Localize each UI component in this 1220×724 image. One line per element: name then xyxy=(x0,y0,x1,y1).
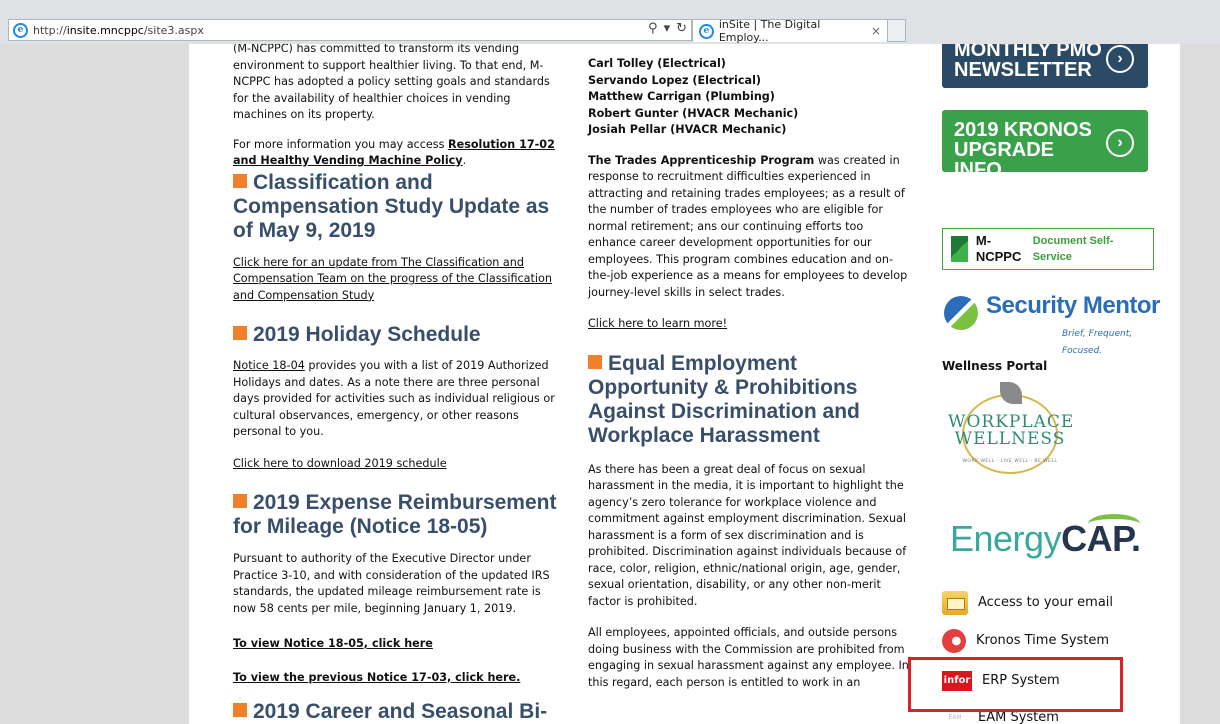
expense-heading: 2019 Expense Reimbursement for Mileage (… xyxy=(233,491,559,539)
refresh-icon[interactable]: ↻ xyxy=(676,21,687,36)
mncppc-sub: Document Self-Service xyxy=(1032,234,1114,264)
holiday-heading-text: 2019 Holiday Schedule xyxy=(253,323,481,346)
more-info-paragraph: For more information you may access Reso… xyxy=(233,137,559,170)
tab-title: inSite | The Digital Employ... xyxy=(718,18,821,44)
tab-favicon-icon: e xyxy=(699,23,714,39)
arrow-right-icon: › xyxy=(1106,129,1134,157)
page-viewport: (M-NCPPC) has committed to transform its… xyxy=(0,44,1220,724)
email-link-label: Access to your email xyxy=(978,594,1114,610)
expense-heading-text: 2019 Expense Reimbursement for Mileage (… xyxy=(233,491,557,538)
eeo-heading: Equal Employment Opportunity & Prohibiti… xyxy=(588,352,914,448)
notice-17-03-link[interactable]: To view the previous Notice 17-03, click… xyxy=(233,671,520,684)
email-link[interactable]: Access to your email xyxy=(942,590,1113,616)
kronos-link-label: Kronos Time System xyxy=(976,632,1110,648)
career-heading: 2019 Career and Seasonal Bi- xyxy=(233,700,559,724)
holiday-paragraph: Notice 18-04 provides you with a list of… xyxy=(233,358,559,441)
security-mentor-name: Security Mentor xyxy=(986,292,1160,319)
apprentice-name: Robert Gunter (HVACR Mechanic) xyxy=(588,106,799,120)
address-tools: ⚲ ▾ ↻ xyxy=(648,21,687,36)
bullet-square-icon xyxy=(233,703,247,717)
energycap-logo[interactable]: EnergyCAP. xyxy=(950,518,1141,559)
tab-close-icon[interactable]: × xyxy=(871,24,881,38)
page-gutter xyxy=(1180,44,1220,724)
security-mentor-logo-icon xyxy=(944,296,978,330)
eam-link-label: EAM System xyxy=(978,709,1059,724)
apprentice-name: Josiah Pellar (HVACR Mechanic) xyxy=(588,123,787,136)
apprentice-name: Servando Lopez (Electrical) xyxy=(588,73,762,87)
bullet-square-icon xyxy=(233,494,247,508)
search-icon[interactable]: ⚲ xyxy=(648,21,658,36)
vending-text: (M-NCPPC) has committed to transform its… xyxy=(233,44,550,121)
apprentice-name: Matthew Carrigan (Plumbing) xyxy=(588,90,775,103)
infor-icon: infor xyxy=(942,671,972,691)
right-column: MONTHLY PMO NEWSLETTER › 2019 KRONOS UPG… xyxy=(942,44,1182,724)
ie-browser-icon: e xyxy=(13,22,28,38)
kronos-promo-label: 2019 KRONOS UPGRADE INFO xyxy=(954,119,1092,181)
browser-tab[interactable]: e inSite | The Digital Employ... × xyxy=(692,18,888,44)
bullet-square-icon xyxy=(233,173,247,188)
classification-heading: Classification and Compensation Study Up… xyxy=(233,171,559,243)
eam-system-link[interactable]: EAM EAM System xyxy=(942,705,1059,724)
trades-paragraph: The Trades Apprenticeship Program was cr… xyxy=(588,153,914,302)
new-tab-button[interactable] xyxy=(888,19,906,42)
address-bar[interactable]: e http://insite.mncppc/site3.aspx ⚲ ▾ ↻ xyxy=(8,19,692,41)
more-info-suffix: . xyxy=(462,154,467,167)
classification-link[interactable]: Click here for an update from The Classi… xyxy=(233,256,552,302)
holiday-heading: 2019 Holiday Schedule xyxy=(233,323,559,347)
document-self-service-banner[interactable]: M-NCPPC Document Self-Service xyxy=(942,228,1154,270)
mail-icon xyxy=(942,591,968,615)
mncppc-logo-icon xyxy=(951,236,968,262)
energycap-en: Energy xyxy=(950,518,1062,559)
newsletter-label: MONTHLY PMO NEWSLETTER xyxy=(954,44,1102,81)
holiday-download-link[interactable]: Click here to download 2019 schedule xyxy=(233,457,447,470)
wellness-logo-line2: WELLNESS xyxy=(954,429,1066,449)
classification-heading-text: Classification and Compensation Study Up… xyxy=(233,170,550,242)
career-heading-text: 2019 Career and Seasonal Bi- xyxy=(253,700,548,723)
apprentice-name: Carl Tolley (Electrical) xyxy=(588,57,726,70)
bullet-square-icon xyxy=(233,326,247,340)
middle-column: Carl Tolley (Electrical) Servando Lopez … xyxy=(588,44,914,691)
wellness-portal-title: Wellness Portal xyxy=(942,359,1048,373)
eeo-text-2: All employees, appointed officials, and … xyxy=(588,626,909,689)
energycap-dot: . xyxy=(1130,518,1141,559)
trades-program-title: The Trades Apprenticeship Program xyxy=(588,153,815,167)
security-mentor-tagline: Brief, Frequent, Focused. xyxy=(1062,329,1133,356)
url-prefix: http:// xyxy=(33,23,67,37)
kronos-icon xyxy=(942,629,966,653)
more-info-prefix: For more information you may access xyxy=(233,137,448,151)
security-mentor-banner[interactable]: Security Mentor Brief, Frequent, Focused… xyxy=(942,292,1172,356)
eeo-heading-text: Equal Employment Opportunity & Prohibiti… xyxy=(588,351,860,447)
apprentice-names: Carl Tolley (Electrical) Servando Lopez … xyxy=(588,56,914,139)
browser-chrome: e http://insite.mncppc/site3.aspx ⚲ ▾ ↻ … xyxy=(0,0,1220,44)
arrow-right-icon: › xyxy=(1106,45,1134,73)
eam-icon: EAM xyxy=(948,714,962,721)
content-sheet: (M-NCPPC) has committed to transform its… xyxy=(189,44,1202,724)
notice-18-05-link[interactable]: To view Notice 18-05, click here xyxy=(233,637,433,650)
trades-text: was created in response to recruitment d… xyxy=(588,153,908,299)
erp-link-label: ERP System xyxy=(982,672,1060,688)
dropdown-icon[interactable]: ▾ xyxy=(664,21,671,36)
expense-text: Pursuant to authority of the Executive D… xyxy=(233,552,550,615)
mncppc-name: M-NCPPC xyxy=(975,232,1022,265)
kronos-time-link[interactable]: Kronos Time System xyxy=(942,628,1109,654)
wellness-logo-text: WORKPLACE WELLNESS xyxy=(948,414,1073,449)
wellness-logo-tagline: WORK WELL · LIVE WELL · BE WELL xyxy=(962,459,1058,464)
bullet-square-icon xyxy=(588,354,602,369)
url-host: insite.mncppc xyxy=(66,23,144,37)
eeo-text: As there has been a great deal of focus … xyxy=(588,462,907,608)
learn-more-link[interactable]: Click here to learn more! xyxy=(588,317,727,330)
url-path: /site3.aspx xyxy=(143,23,204,37)
holiday-notice-link[interactable]: Notice 18-04 xyxy=(233,359,305,372)
energycap-cap: CAP xyxy=(1061,518,1131,559)
kronos-upgrade-banner[interactable]: 2019 KRONOS UPGRADE INFO › xyxy=(942,110,1148,180)
erp-system-link[interactable]: infor ERP System xyxy=(942,668,1060,694)
left-column: (M-NCPPC) has committed to transform its… xyxy=(233,44,559,724)
workplace-wellness-logo[interactable]: WORKPLACE WELLNESS WORK WELL · LIVE WELL … xyxy=(948,378,1073,478)
pmo-newsletter-banner[interactable]: MONTHLY PMO NEWSLETTER › xyxy=(942,44,1148,88)
